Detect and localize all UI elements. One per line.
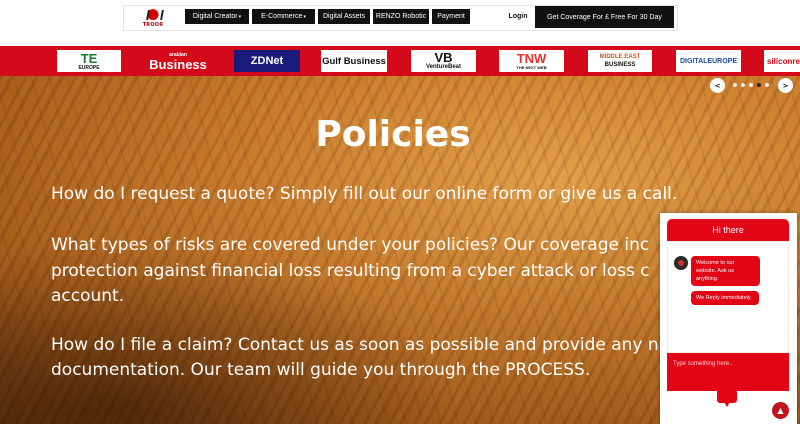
- press-logo-arabian-business: arabian Business: [147, 50, 209, 72]
- faq-line: How do I request a quote? Simply fill ou…: [51, 184, 678, 204]
- menu-item-e-commerce[interactable]: E-Commerce ▾: [252, 9, 315, 24]
- menu-item-label: E-Commerce: [261, 13, 303, 20]
- site-logo[interactable]: TROOR: [131, 7, 175, 29]
- press-logo-text: VB: [434, 50, 453, 65]
- press-logo-sub: BUSINESS: [604, 62, 636, 68]
- press-logo-sub: EUROPE: [78, 64, 100, 71]
- menu-item-label: Digital Assets: [322, 13, 366, 20]
- press-logo-venturebeat: VB VentureBeat: [411, 50, 476, 72]
- carousel-dot[interactable]: [749, 83, 753, 87]
- chevron-down-icon: ▾: [303, 13, 306, 20]
- press-logo-digitaleurope: DIGITALEUROPE: [676, 50, 741, 72]
- carousel-dots: [733, 83, 769, 87]
- menu-item-label: Digital Creator: [192, 13, 238, 20]
- arrow-up-icon[interactable]: ▲: [772, 402, 789, 419]
- press-logo-text: TNW: [516, 51, 547, 66]
- carousel-prev-button[interactable]: <: [710, 78, 725, 93]
- press-logo-sub: THE NEXT WEB: [516, 65, 547, 70]
- login-link[interactable]: Login: [503, 9, 533, 24]
- chevron-down-icon: ▾: [238, 13, 242, 20]
- carousel-dot[interactable]: [733, 83, 737, 87]
- menu-item-digital-creator[interactable]: Digital Creator ▾: [185, 9, 249, 24]
- carousel-dot[interactable]: [741, 83, 745, 87]
- press-logo-zdnet: ZDNet: [234, 50, 300, 72]
- menu-item-renzo-robotic[interactable]: RENZO Robotic: [373, 9, 429, 24]
- chat-bot-reply: We Reply immediately.: [691, 291, 759, 305]
- press-logo-gulf-business: Gulf Business: [321, 50, 387, 72]
- get-coverage-button[interactable]: Get Coverage For £ Free For 30 Day: [535, 6, 674, 28]
- press-logo-text: Gulf Business: [322, 55, 386, 67]
- menu-item-label: Payment: [437, 13, 465, 20]
- top-navbar: TROOR Digital Creator ▾ E-Commerce ▾ Dig…: [0, 0, 800, 46]
- press-logo-sub: VentureBeat: [425, 64, 461, 70]
- menu-item-payment[interactable]: Payment: [432, 9, 470, 24]
- page-title: Policies: [315, 114, 471, 155]
- press-logo-text: siliconre: [767, 56, 800, 66]
- logo-text: TROOR: [142, 22, 164, 28]
- carousel-next-button[interactable]: >: [778, 78, 793, 93]
- chat-bot-message: Welcome to our website. Ask us anything.: [691, 256, 760, 286]
- press-logo-text: ZDNet: [250, 55, 284, 67]
- message-icon[interactable]: [715, 385, 739, 407]
- press-logo-tnw: TNW THE NEXT WEB: [499, 50, 564, 72]
- carousel-dot-active[interactable]: [757, 83, 761, 87]
- chat-header: Hi there: [667, 219, 789, 241]
- carousel-dot[interactable]: [765, 83, 769, 87]
- chat-widget: Hi there Welcome to our website. Ask us …: [660, 213, 797, 424]
- press-logo-text: MIDDLE EAST: [599, 54, 641, 60]
- bot-avatar-icon: [674, 256, 688, 270]
- press-logo-siliconrepublic: siliconre: [764, 50, 800, 72]
- press-logo-middle-east-business: MIDDLE EAST BUSINESS: [588, 50, 652, 72]
- press-logo-strip: TE EUROPE arabian Business ZDNet Gulf Bu…: [0, 46, 800, 76]
- logo-mark-icon: [144, 8, 162, 22]
- press-logo-text: TE: [80, 50, 98, 66]
- menu-item-digital-assets[interactable]: Digital Assets: [318, 9, 370, 24]
- chat-messages: Welcome to our website. Ask us anything.…: [667, 241, 789, 353]
- press-logo-text: DIGITALEUROPE: [679, 57, 738, 65]
- menu-item-label: RENZO Robotic: [375, 13, 427, 20]
- press-logo-text: Business: [149, 56, 207, 72]
- press-logo-te-europe: TE EUROPE: [57, 50, 121, 72]
